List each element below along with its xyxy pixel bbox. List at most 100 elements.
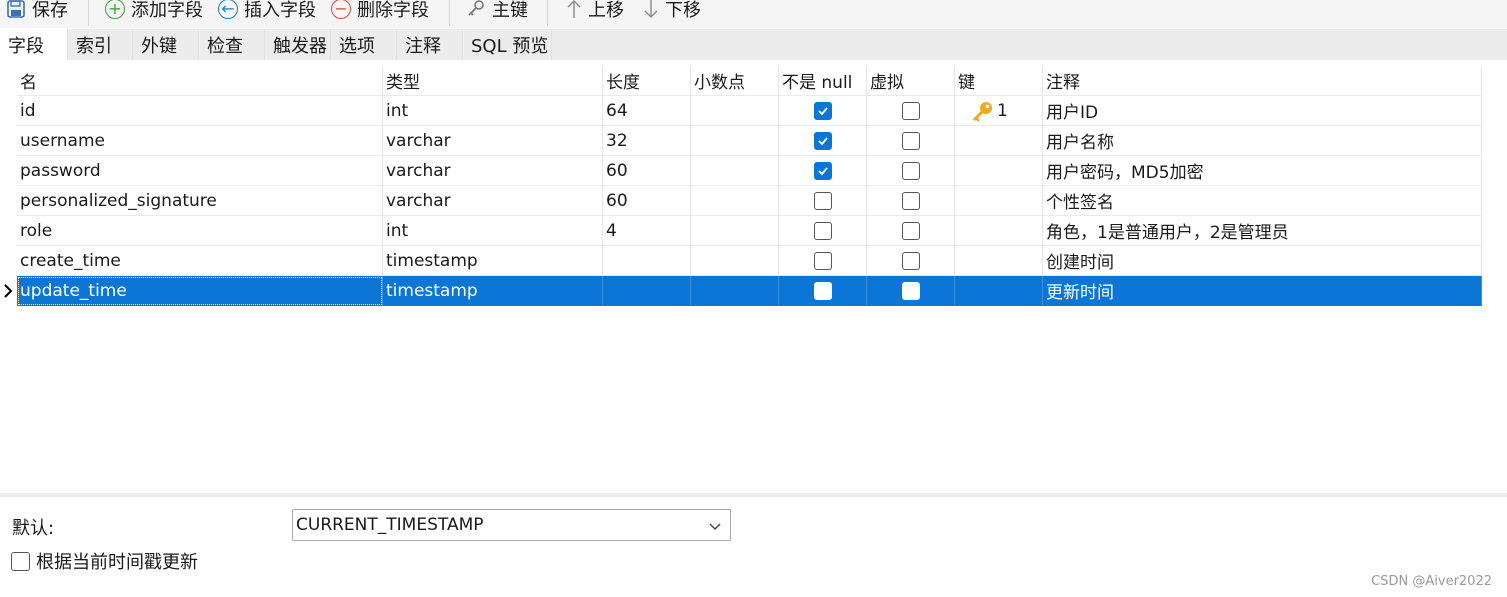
cell-decimals[interactable] xyxy=(691,246,779,276)
cell-type[interactable]: varchar xyxy=(383,156,603,186)
virtual-checkbox[interactable] xyxy=(901,191,920,210)
move-up-button[interactable]: 上移 xyxy=(566,0,624,24)
header-col-name[interactable]: 名 xyxy=(17,66,383,96)
grid-header-row: 名类型 长度 小数点 不是 null 虚拟键注释 xyxy=(0,66,1482,96)
panel-divider xyxy=(0,493,1507,497)
cell-length[interactable]: 4 xyxy=(603,216,691,246)
cell-name[interactable]: personalized_signature xyxy=(17,186,383,216)
cell-decimals[interactable] xyxy=(691,126,779,156)
header-col-comment[interactable]: 注释 xyxy=(1043,66,1482,96)
header-col-decimals[interactable]: 小数点 xyxy=(691,66,779,96)
not-null-checkbox[interactable] xyxy=(813,161,832,180)
header-col-length[interactable]: 长度 xyxy=(603,66,691,96)
header-col-type[interactable]: 类型 xyxy=(383,66,603,96)
cell-decimals[interactable] xyxy=(691,216,779,246)
table-row[interactable]: username varchar 32 用户名称 xyxy=(0,126,1482,156)
table-row[interactable]: role int 4 角色，1是普通用户，2是管理员 xyxy=(0,216,1482,246)
primary-key-button[interactable]: 主键 xyxy=(466,0,528,24)
cell-comment[interactable]: 创建时间 xyxy=(1043,246,1482,276)
cell-not-null xyxy=(779,156,867,186)
virtual-checkbox[interactable] xyxy=(901,101,920,120)
move-up-label: 上移 xyxy=(588,0,624,21)
cell-key[interactable] xyxy=(955,216,1043,246)
virtual-checkbox[interactable] xyxy=(901,251,920,270)
cell-decimals[interactable] xyxy=(691,156,779,186)
cell-type[interactable]: timestamp xyxy=(383,276,603,306)
tab-sql-preview[interactable]: SQL 预览 xyxy=(463,29,552,60)
cell-comment[interactable]: 个性签名 xyxy=(1043,186,1482,216)
cell-key[interactable] xyxy=(955,276,1043,306)
tab-checks[interactable]: 检查 xyxy=(199,29,265,60)
cell-key[interactable] xyxy=(955,246,1043,276)
tab-triggers[interactable]: 触发器 xyxy=(265,29,331,60)
cell-virtual xyxy=(867,246,955,276)
insert-field-button[interactable]: ← 插入字段 xyxy=(218,0,316,24)
cell-length[interactable]: 60 xyxy=(603,186,691,216)
cell-length[interactable]: 60 xyxy=(603,156,691,186)
tab-comment[interactable]: 注释 xyxy=(397,29,463,60)
table-row[interactable]: personalized_signature varchar 60 个性签名 xyxy=(0,186,1482,216)
cell-comment[interactable]: 用户密码，MD5加密 xyxy=(1043,156,1482,186)
cell-comment[interactable]: 角色，1是普通用户，2是管理员 xyxy=(1043,216,1482,246)
cell-name[interactable]: password xyxy=(17,156,383,186)
cell-type[interactable]: varchar xyxy=(383,186,603,216)
not-null-checkbox[interactable] xyxy=(813,101,832,120)
tab-foreign-keys[interactable]: 外键 xyxy=(133,29,199,60)
table-row[interactable]: update_time timestamp 更新时间 xyxy=(0,276,1482,306)
table-row[interactable]: password varchar 60 用户密码，MD5加密 xyxy=(0,156,1482,186)
not-null-checkbox[interactable] xyxy=(813,221,832,240)
cell-name[interactable]: update_time xyxy=(17,276,383,306)
tab-options[interactable]: 选项 xyxy=(331,29,397,60)
table-row[interactable]: id int 64 1 用户ID xyxy=(0,96,1482,126)
cell-comment[interactable]: 用户ID xyxy=(1043,96,1482,126)
arrow-down-icon xyxy=(643,0,659,19)
cell-key[interactable]: 1 xyxy=(955,96,1043,126)
tab-fields[interactable]: 字段 xyxy=(0,29,68,60)
insert-icon: ← xyxy=(218,0,238,19)
cell-length[interactable]: 64 xyxy=(603,96,691,126)
cell-name[interactable]: role xyxy=(17,216,383,246)
table-row[interactable]: create_time timestamp 创建时间 xyxy=(0,246,1482,276)
cell-type[interactable]: varchar xyxy=(383,126,603,156)
not-null-checkbox[interactable] xyxy=(813,281,832,300)
update-on-timestamp-checkbox[interactable]: 根据当前时间戳更新 xyxy=(11,548,198,574)
cell-comment[interactable]: 用户名称 xyxy=(1043,126,1482,156)
header-col-not-null[interactable]: 不是 null xyxy=(779,66,867,96)
virtual-checkbox[interactable] xyxy=(901,281,920,300)
cell-name[interactable]: username xyxy=(17,126,383,156)
cell-length[interactable] xyxy=(603,276,691,306)
cell-name[interactable]: id xyxy=(17,96,383,126)
header-col-virtual[interactable]: 虚拟 xyxy=(867,66,955,96)
default-value-select[interactable]: CURRENT_TIMESTAMP xyxy=(292,509,731,541)
cell-decimals[interactable] xyxy=(691,186,779,216)
delete-field-button[interactable]: − 删除字段 xyxy=(331,0,429,24)
virtual-checkbox[interactable] xyxy=(901,161,920,180)
not-null-checkbox[interactable] xyxy=(813,131,832,150)
cell-virtual xyxy=(867,96,955,126)
cell-key[interactable] xyxy=(955,156,1043,186)
cell-decimals[interactable] xyxy=(691,276,779,306)
cell-type[interactable]: int xyxy=(383,216,603,246)
not-null-checkbox[interactable] xyxy=(813,191,832,210)
cell-comment[interactable]: 更新时间 xyxy=(1043,276,1482,306)
move-down-button[interactable]: 下移 xyxy=(643,0,701,24)
cell-type[interactable]: timestamp xyxy=(383,246,603,276)
virtual-checkbox[interactable] xyxy=(901,131,920,150)
cell-length[interactable] xyxy=(603,246,691,276)
cell-decimals[interactable] xyxy=(691,96,779,126)
toolbar-separator xyxy=(547,0,548,26)
save-button[interactable]: 保存 xyxy=(6,0,68,24)
toolbar-separator xyxy=(449,0,450,26)
not-null-checkbox[interactable] xyxy=(813,251,832,270)
cell-type[interactable]: int xyxy=(383,96,603,126)
default-value-text: CURRENT_TIMESTAMP xyxy=(296,515,484,535)
virtual-checkbox[interactable] xyxy=(901,221,920,240)
cell-key[interactable] xyxy=(955,126,1043,156)
add-field-button[interactable]: + 添加字段 xyxy=(105,0,203,24)
header-col-key[interactable]: 键 xyxy=(955,66,1043,96)
tab-indexes[interactable]: 索引 xyxy=(68,29,133,60)
cell-length[interactable]: 32 xyxy=(603,126,691,156)
cell-name[interactable]: create_time xyxy=(17,246,383,276)
cell-key[interactable] xyxy=(955,186,1043,216)
cell-not-null xyxy=(779,216,867,246)
